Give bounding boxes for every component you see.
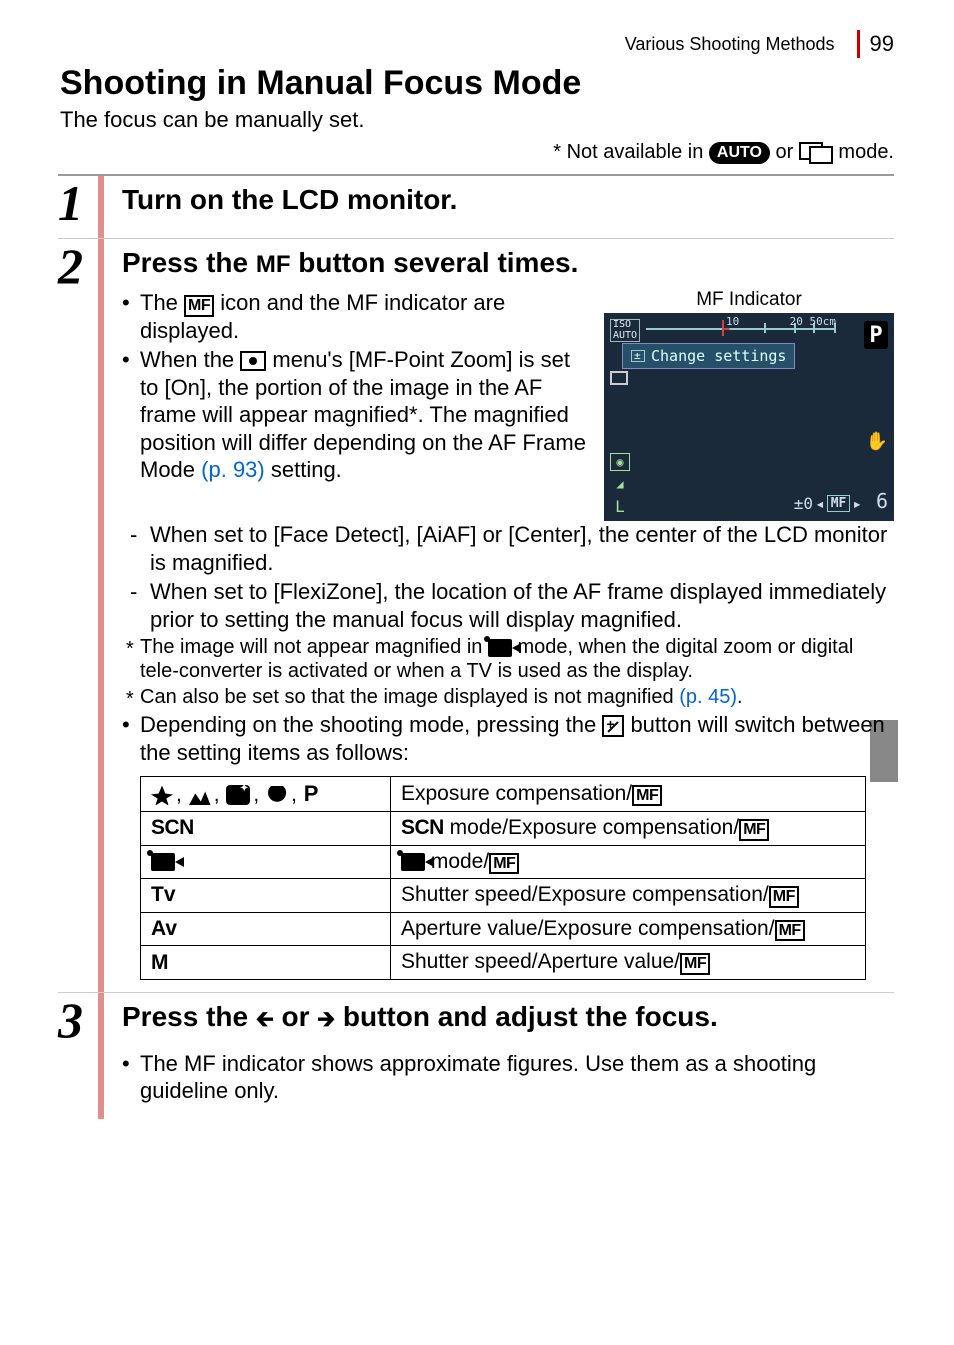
step-3-title: Press the 🡰 or 🡲 button and adjust the f… <box>122 1001 894 1040</box>
mf-box-icon: MF <box>184 295 214 317</box>
mode-cell-scn: SCN <box>141 812 391 846</box>
page-header: Various Shooting Methods 99 <box>60 30 894 58</box>
mode-cell-right: Shutter speed/Exposure compensation/MF <box>391 879 866 913</box>
mode-cell-tv: Tv <box>141 879 391 913</box>
macro-icon <box>151 785 173 805</box>
mode-cell-right: Shutter speed/Aperture value/MF <box>391 946 866 980</box>
table-row: mode/MF <box>141 845 866 879</box>
mode-cell-movie <box>141 845 391 879</box>
step-2: 2 Press the MF button several times. The… <box>58 239 894 993</box>
mf-indicator-label: MF Indicator <box>604 289 894 311</box>
mf-box-icon: MF <box>739 819 769 841</box>
intro-text: The focus can be manually set. <box>60 107 894 133</box>
night-snapshot-icon <box>226 785 250 805</box>
mode-settings-table: , , , , P Exposure compensation/MF SCN S… <box>140 776 866 980</box>
step-2-title: Press the MF button several times. <box>122 247 894 279</box>
page-ref-93[interactable]: (p. 93) <box>201 457 265 482</box>
header-separator <box>857 30 860 58</box>
availability-note: * Not available in AUTO or mode. <box>60 141 894 164</box>
lcd-change-settings-popup: Change settings <box>622 343 795 369</box>
stitch-assist-icon <box>799 142 833 164</box>
lcd-shots-remaining: 6 <box>876 489 888 513</box>
lcd-shake-icon: ✋ <box>866 431 888 452</box>
step2-bullet-2: When the menu's [MF-Point Zoom] is set t… <box>140 346 590 484</box>
mf-box-icon: MF <box>680 953 710 975</box>
p-mode-label: P <box>304 781 319 806</box>
mf-box-icon: MF <box>775 920 805 942</box>
note-text-prefix: * Not available in <box>553 141 709 163</box>
step2-footnote-1: The image will not appear magnified in m… <box>140 635 894 683</box>
left-arrow-icon: 🡰 <box>256 1006 274 1031</box>
step2-footnote-2: Can also be set so that the image displa… <box>140 685 894 709</box>
steps-container: 1 Turn on the LCD monitor. 2 Press the M… <box>58 174 894 1119</box>
rec-menu-icon <box>240 351 266 371</box>
note-text-suffix: mode. <box>838 141 894 163</box>
mode-cell-av: Av <box>141 912 391 946</box>
mf-glyph: MF <box>256 251 291 278</box>
mode-cell-auto-scenes: , , , , P <box>141 777 391 812</box>
mode-cell-right: Exposure compensation/MF <box>391 777 866 812</box>
kids-pets-icon <box>266 786 288 804</box>
lcd-mf-indicator: ±0 ◂ MF ▸ <box>794 494 862 513</box>
table-row: Tv Shutter speed/Exposure compensation/M… <box>141 879 866 913</box>
page-ref-45[interactable]: (p. 45) <box>679 686 737 708</box>
mode-cell-right: SCN mode/Exposure compensation/MF <box>391 812 866 846</box>
mf-box-icon: MF <box>769 886 799 908</box>
movie-mode-icon <box>151 853 175 871</box>
step-1-title: Turn on the LCD monitor. <box>122 184 894 216</box>
step2-bullet-1: The MF icon and the MF indicator are dis… <box>140 289 590 344</box>
lcd-drive-single-icon <box>610 371 628 385</box>
lcd-mode-p: P <box>864 321 888 349</box>
mode-cell-right: Aperture value/Exposure compensation/MF <box>391 912 866 946</box>
landscape-icon <box>189 785 211 805</box>
step2-bullet-3: Depending on the shooting mode, pressing… <box>140 711 894 766</box>
lcd-preview: ISO AUTO 10 20 5 <box>604 313 894 521</box>
lcd-scale-labels: 10 20 50cm <box>726 315 836 328</box>
table-row: , , , , P Exposure compensation/MF <box>141 777 866 812</box>
expcomp-small-icon <box>631 350 645 362</box>
step-3: 3 Press the 🡰 or 🡲 button and adjust the… <box>58 993 894 1119</box>
movie-mode-icon <box>488 639 512 657</box>
mode-cell-m: M <box>141 946 391 980</box>
page-number: 99 <box>870 31 894 57</box>
table-row: M Shutter speed/Aperture value/MF <box>141 946 866 980</box>
step2-sub-1: When set to [Face Detect], [AiAF] or [Ce… <box>150 521 894 576</box>
lcd-metering-icon: ◉ <box>610 453 630 471</box>
page-title: Shooting in Manual Focus Mode <box>60 64 894 103</box>
auto-mode-icon: AUTO <box>709 142 770 164</box>
table-row: Av Aperture value/Exposure compensation/… <box>141 912 866 946</box>
mode-cell-right: mode/MF <box>391 845 866 879</box>
section-name: Various Shooting Methods <box>625 34 835 55</box>
lcd-size-l-icon: L <box>610 497 630 515</box>
mf-box-icon: MF <box>632 785 662 807</box>
right-arrow-icon: 🡲 <box>317 1006 335 1031</box>
table-row: SCN SCN mode/Exposure compensation/MF <box>141 812 866 846</box>
movie-mode-icon <box>401 853 425 871</box>
step-1: 1 Turn on the LCD monitor. <box>58 176 894 239</box>
lcd-iso-icon: ISO AUTO <box>610 319 640 342</box>
mf-box-icon: MF <box>489 853 519 875</box>
note-text-mid: or <box>776 141 799 163</box>
step2-sub-2: When set to [FlexiZone], the location of… <box>150 578 894 633</box>
step3-bullet-1: The MF indicator shows approximate figur… <box>140 1050 894 1105</box>
exposure-compensation-icon <box>602 715 624 737</box>
lcd-compression-icon: ◢ <box>610 475 630 493</box>
